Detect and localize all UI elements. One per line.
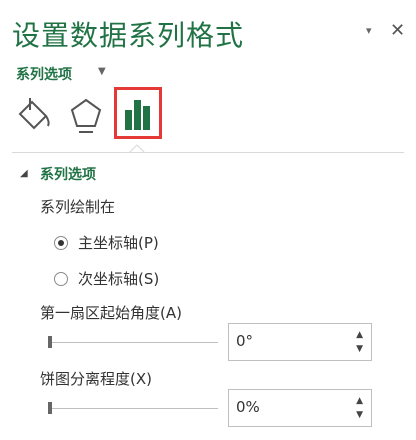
tab-fill-line[interactable] [14,92,54,138]
section-title[interactable]: 系列选项 [40,164,96,184]
divider [12,152,404,153]
pane-options-icon[interactable]: ▾ [366,24,372,37]
pane-title: 设置数据系列格式 [12,19,245,52]
pie-explosion-track[interactable] [48,408,218,409]
first-slice-angle-label: 第一扇区起始角度(A) [40,304,182,322]
spin-up-icon[interactable]: ▲ [356,396,363,406]
pie-explosion-label: 饼图分离程度(X) [40,370,152,388]
tab-effects[interactable] [66,92,106,138]
pie-explosion-spinner[interactable]: 0% ▲ ▼ [228,389,372,427]
primary-axis-label[interactable]: 主坐标轴(P) [78,232,159,253]
first-slice-angle-value[interactable]: 0° [236,332,253,350]
secondary-axis-radio[interactable] [54,272,68,286]
spin-down-icon[interactable]: ▼ [356,410,363,420]
paint-bucket-icon [18,98,50,130]
pie-explosion-thumb[interactable] [48,402,52,414]
secondary-axis-label[interactable]: 次坐标轴(S) [78,268,159,289]
first-slice-angle-track[interactable] [48,342,218,343]
chevron-down-icon[interactable]: ▼ [98,66,106,77]
primary-axis-radio[interactable] [54,236,68,250]
plot-series-on-label: 系列绘制在 [40,198,116,216]
pie-explosion-value[interactable]: 0% [236,398,260,416]
bar-chart-icon [125,100,150,130]
collapse-caret-icon[interactable]: ◢ [20,168,28,179]
pentagon-icon [70,98,102,133]
first-slice-angle-spinner[interactable]: 0° ▲ ▼ [228,323,372,361]
close-icon[interactable]: ✕ [390,20,405,41]
spin-down-icon[interactable]: ▼ [356,344,363,354]
radio-selected-dot [58,240,64,246]
first-slice-angle-thumb[interactable] [48,336,52,348]
spin-up-icon[interactable]: ▲ [356,330,363,340]
series-options-dropdown[interactable]: 系列选项 [16,64,72,84]
tab-series-options[interactable] [114,87,162,139]
